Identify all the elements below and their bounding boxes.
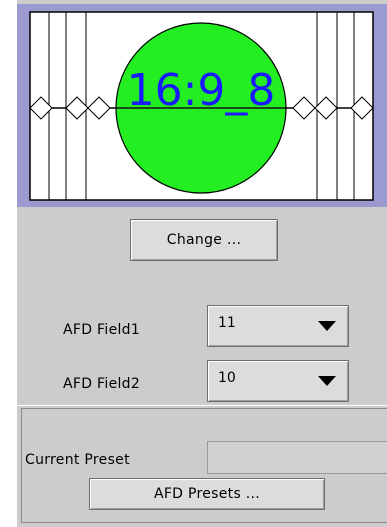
current-preset-label: Current Preset (25, 452, 130, 468)
afd-field1-label: AFD Field1 (63, 322, 141, 338)
afd-preview: 16:9_8 (17, 4, 387, 207)
change-button[interactable]: Change ... (130, 219, 278, 261)
chevron-down-icon (318, 321, 336, 331)
afd-preview-graphic: 16:9_8 (29, 11, 374, 201)
section-divider (17, 405, 387, 406)
chevron-down-icon (318, 376, 336, 386)
afd-field2-label: AFD Field2 (63, 376, 141, 392)
current-preset-field (207, 441, 387, 474)
afd-field1-select[interactable]: 11 (207, 305, 349, 347)
aspect-label: 16:9_8 (127, 65, 276, 116)
afd-presets-button[interactable]: AFD Presets ... (89, 478, 325, 510)
afd-field2-value: 10 (218, 370, 236, 386)
afd-field1-value: 11 (218, 315, 236, 331)
afd-field2-select[interactable]: 10 (207, 360, 349, 402)
